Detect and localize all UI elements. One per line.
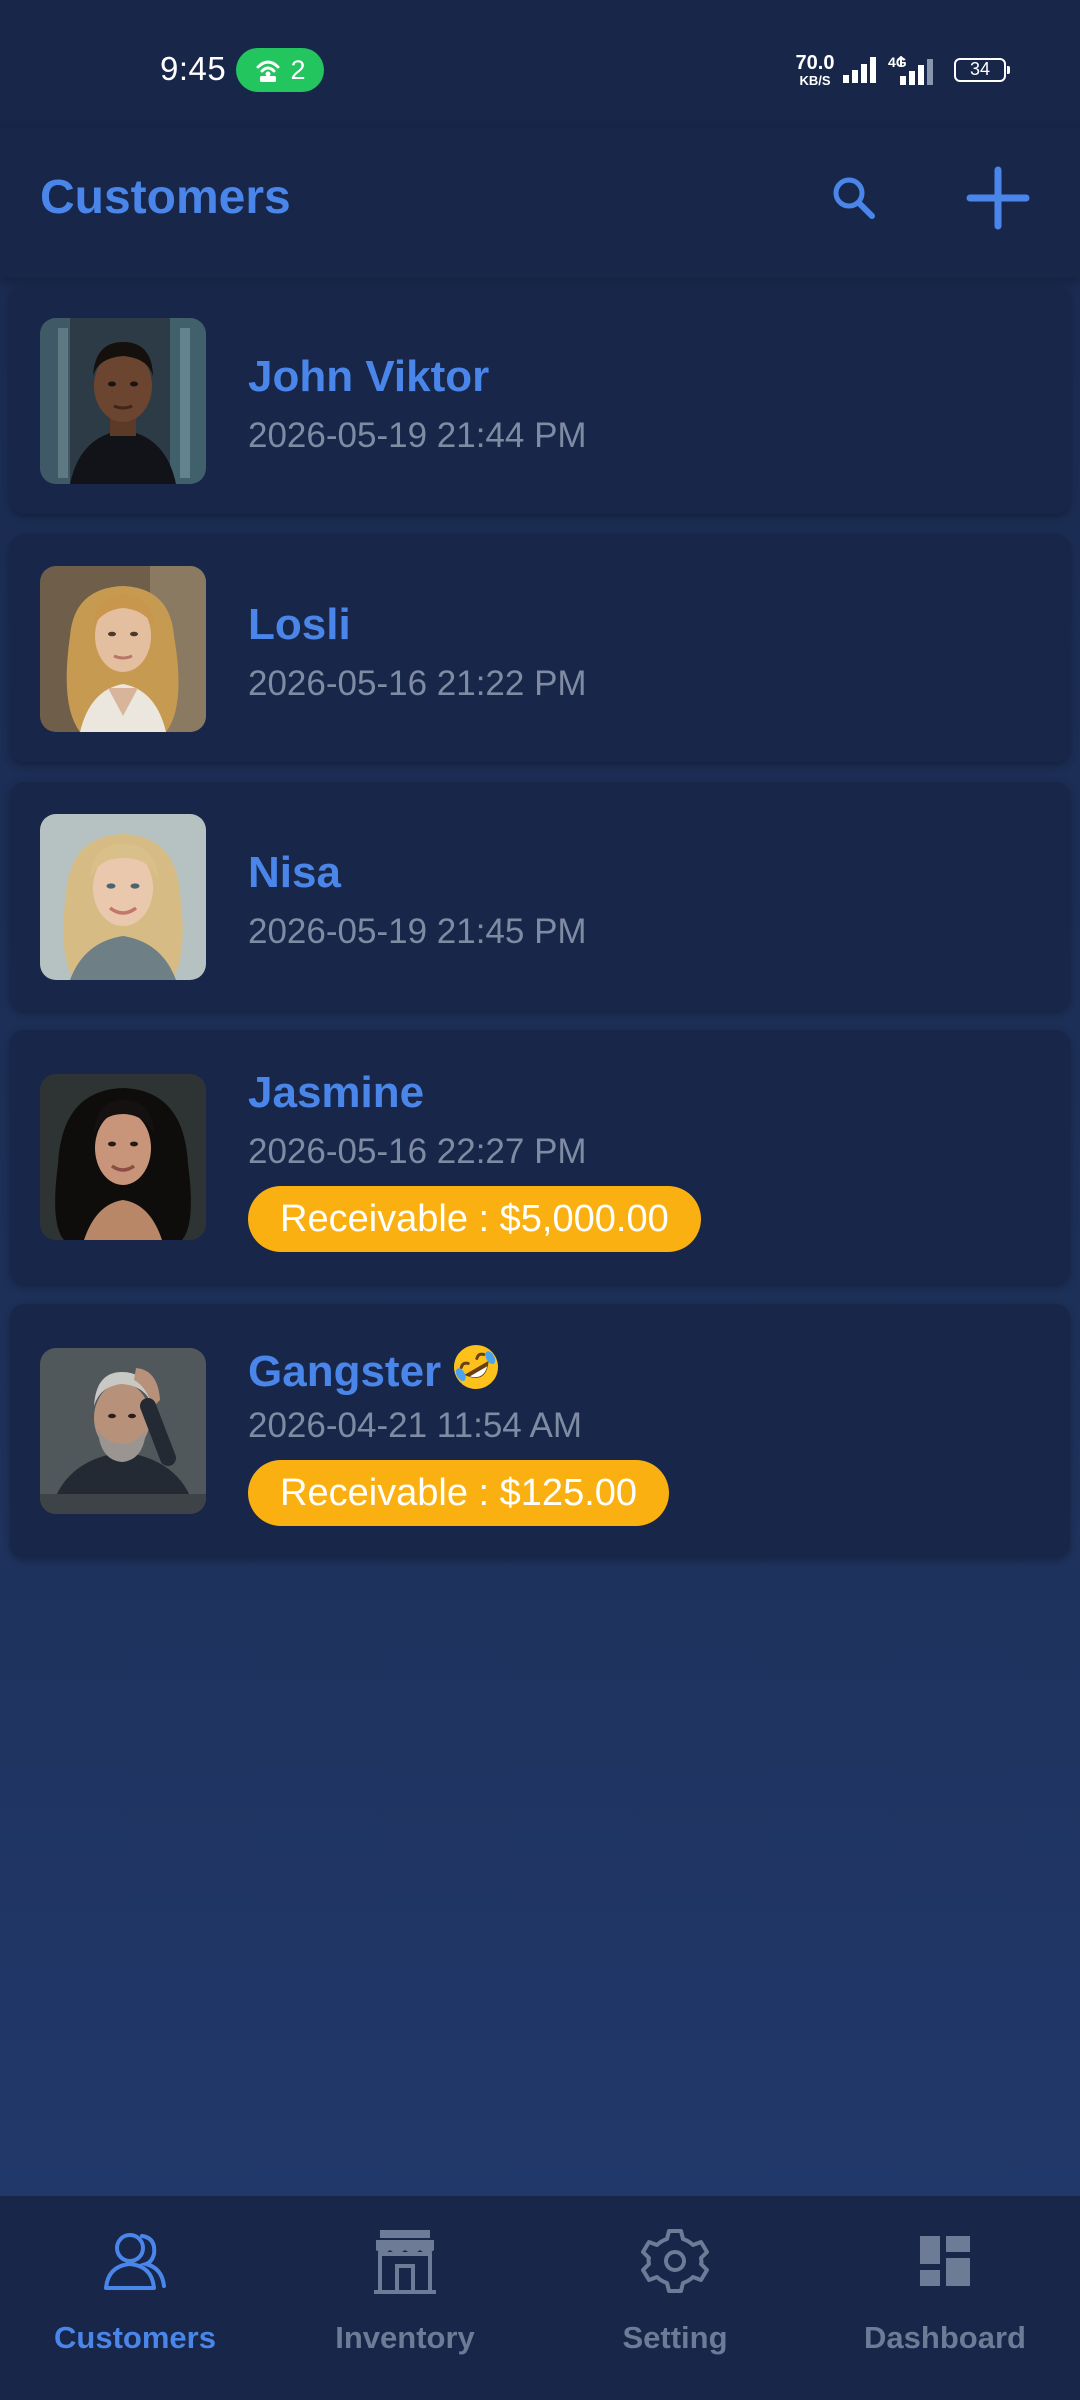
customer-date: 2026-05-19 21:44 PM <box>248 416 587 455</box>
customer-avatar <box>40 814 206 980</box>
search-button[interactable] <box>814 158 894 238</box>
customer-avatar <box>40 1074 206 1240</box>
hotspot-indicator[interactable]: 2 <box>236 48 324 92</box>
wifi-hotspot-icon <box>256 60 280 82</box>
receivable-badge: Receivable : $5,000.00 <box>248 1186 701 1252</box>
customer-date: 2026-05-16 21:22 PM <box>248 664 587 703</box>
status-time: 9:45 <box>160 50 227 87</box>
network-speed-value: 70.0 <box>795 52 835 74</box>
add-icon <box>966 166 1030 230</box>
customer-date: 2026-05-19 21:45 PM <box>248 912 587 951</box>
gear-icon <box>641 2229 709 2293</box>
dashboard-icon <box>920 2236 970 2286</box>
customer-list: John Viktor 2026-05-19 21:44 PM Losli 20… <box>10 286 1070 1578</box>
status-bar: 9:45 2 70.0 KB/S 4G 34 <box>0 0 1080 128</box>
customer-avatar <box>40 566 206 732</box>
search-icon <box>833 177 875 219</box>
customer-card[interactable]: Nisa 2026-05-19 21:45 PM <box>10 782 1070 1010</box>
network-speed: 70.0 KB/S <box>792 52 838 90</box>
nav-label-setting: Setting <box>622 2320 728 2355</box>
app-header: Customers <box>0 128 1080 278</box>
customers-screen: 9:45 2 70.0 KB/S 4G 34 Customers John Vi… <box>0 0 1080 2400</box>
rolling-on-floor-laughing-emoji <box>454 1345 499 1389</box>
customer-name-text: Gangster <box>248 1347 442 1396</box>
battery-icon: 34 <box>954 58 1010 82</box>
store-icon <box>374 2230 436 2294</box>
cell-signal-icon <box>843 57 876 83</box>
customer-name: Losli <box>248 600 351 649</box>
receivable-badge: Receivable : $125.00 <box>248 1460 670 1526</box>
page-title: Customers <box>40 171 291 224</box>
bottom-navigation: Customers Inventory Setting Dashboard <box>0 2196 1080 2400</box>
customer-card[interactable]: Jasmine 2026-05-16 22:27 PM Receivable :… <box>10 1030 1070 1284</box>
nav-label-inventory: Inventory <box>335 2320 475 2355</box>
add-customer-button[interactable] <box>958 158 1038 238</box>
nav-item-customers[interactable]: Customers <box>0 2196 270 2400</box>
customer-date: 2026-05-16 22:27 PM <box>248 1132 587 1171</box>
customer-card[interactable]: Gangster 2026-04-21 11:54 AM Receivable … <box>10 1304 1070 1558</box>
customer-card[interactable]: John Viktor 2026-05-19 21:44 PM <box>10 286 1070 514</box>
customers-icon <box>104 2233 166 2290</box>
customer-name: Gangster <box>248 1342 501 1397</box>
customer-card[interactable]: Losli 2026-05-16 21:22 PM <box>10 534 1070 762</box>
customer-name: Nisa <box>248 848 341 897</box>
customer-avatar <box>40 318 206 484</box>
nav-item-inventory[interactable]: Inventory <box>270 2196 540 2400</box>
customer-name: John Viktor <box>248 352 490 401</box>
nav-label-dashboard: Dashboard <box>864 2320 1026 2355</box>
network-speed-unit: KB/S <box>799 73 831 88</box>
hotspot-count: 2 <box>290 54 306 85</box>
customer-name: Jasmine <box>248 1068 425 1117</box>
nav-item-dashboard[interactable]: Dashboard <box>810 2196 1080 2400</box>
customer-date: 2026-04-21 11:54 AM <box>248 1406 583 1445</box>
cell-signal-icon-2 <box>897 56 933 85</box>
nav-label-customers: Customers <box>54 2320 216 2355</box>
customer-avatar <box>40 1348 206 1514</box>
nav-item-setting[interactable]: Setting <box>540 2196 810 2400</box>
